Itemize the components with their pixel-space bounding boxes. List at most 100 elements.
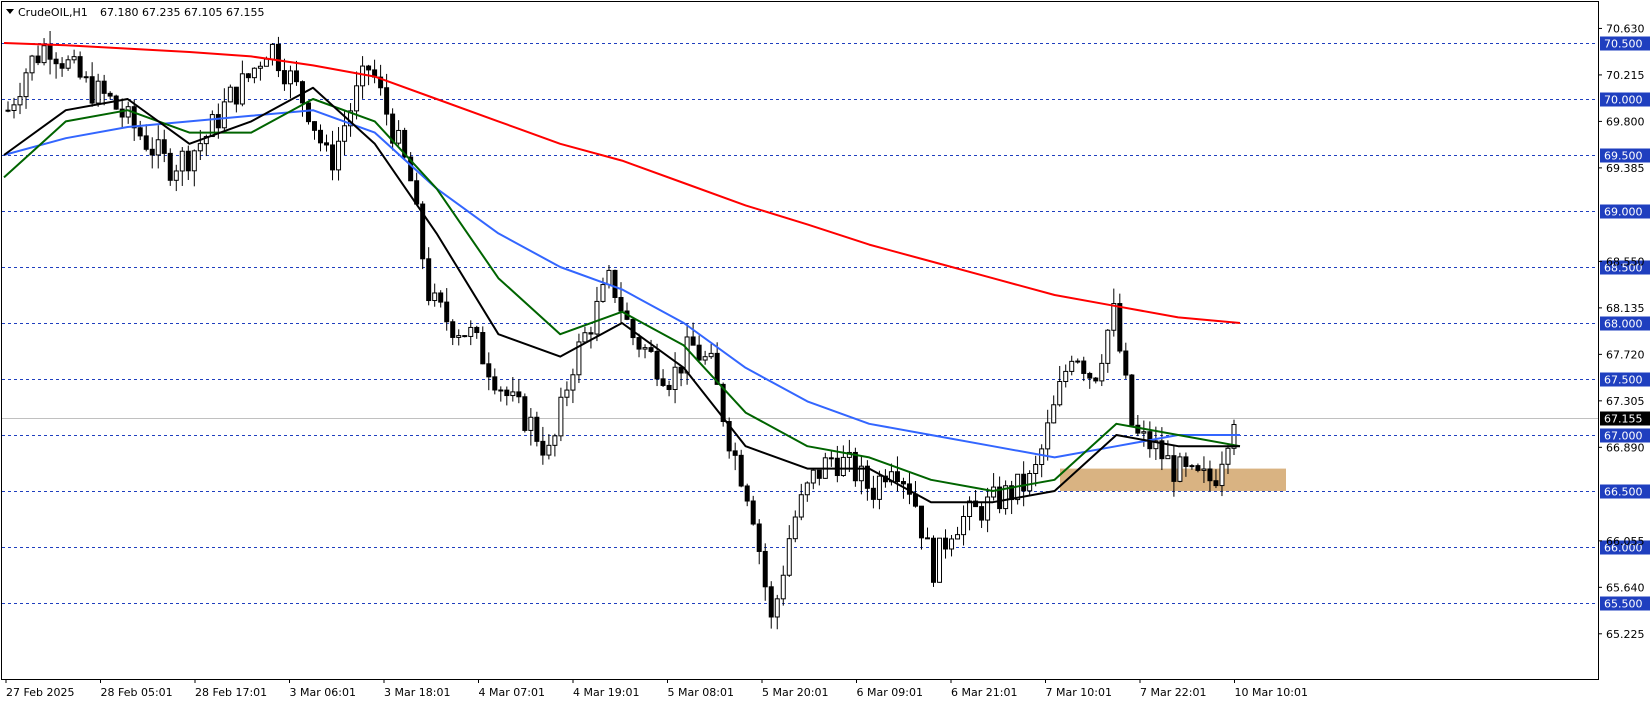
- level-label: 67.500: [1604, 374, 1643, 387]
- candle-body: [71, 56, 77, 61]
- y-tick-label: 65.640: [1606, 581, 1645, 594]
- candle-body: [961, 516, 967, 536]
- candle-body: [967, 500, 973, 518]
- candle-body: [690, 336, 696, 346]
- x-tick-label: 5 Mar 08:01: [668, 686, 734, 699]
- y-tick-label: 66.890: [1606, 441, 1645, 454]
- candle-body: [275, 43, 281, 72]
- candle-body: [528, 416, 534, 431]
- x-tick-label: 28 Feb 05:01: [101, 686, 173, 699]
- candle-body: [342, 125, 348, 142]
- candle-body: [732, 450, 738, 456]
- candle-body: [762, 550, 768, 588]
- candle-body: [816, 469, 822, 479]
- price-chart[interactable]: 70.50070.00069.50069.00068.50068.00067.5…: [0, 0, 1651, 708]
- candle-body: [738, 454, 744, 487]
- candle-body: [89, 76, 95, 104]
- candle-body: [53, 58, 59, 65]
- candle-body: [173, 170, 179, 181]
- candle-body: [426, 258, 432, 302]
- candle-body: [480, 332, 486, 365]
- x-tick-label: 28 Feb 17:01: [195, 686, 267, 699]
- candle-body: [59, 63, 65, 69]
- candle-body: [1123, 350, 1129, 376]
- y-tick-label: 69.800: [1606, 115, 1645, 128]
- candle-body: [1165, 455, 1171, 460]
- candle-body: [305, 102, 311, 123]
- candle-body: [606, 269, 612, 286]
- candle-body: [101, 80, 107, 94]
- candle-body: [870, 487, 876, 500]
- y-tick-label: 70.215: [1606, 69, 1645, 82]
- x-tick-label: 4 Mar 19:01: [573, 686, 639, 699]
- candle-body: [552, 435, 558, 446]
- candle-body: [474, 326, 480, 334]
- symbol-timeframe: CrudeOIL,H1: [18, 6, 88, 19]
- candle-body: [47, 45, 53, 60]
- level-label: 65.500: [1604, 598, 1643, 611]
- candle-body: [1081, 360, 1087, 374]
- candle-body: [660, 378, 666, 386]
- chart-window[interactable]: 70.500 70.000 69.500 69.000 68.500 68.000 67.5…: [0, 0, 1651, 708]
- candle-body: [444, 301, 450, 323]
- candle-body: [594, 300, 600, 335]
- candle-body: [618, 296, 624, 312]
- candle-body: [107, 92, 113, 97]
- candle-body: [696, 344, 702, 361]
- y-tick-label: 68.135: [1606, 302, 1645, 315]
- dropdown-triangle-icon[interactable]: [6, 9, 14, 14]
- candle-body: [11, 104, 17, 112]
- candle-body: [564, 389, 570, 398]
- level-label: 68.000: [1604, 318, 1643, 331]
- candle-body: [756, 523, 762, 552]
- candle-body: [251, 67, 257, 79]
- candle-body: [257, 65, 263, 69]
- candle-body: [630, 318, 636, 339]
- candle-body: [522, 396, 528, 431]
- candle-body: [600, 284, 606, 302]
- candle-body: [504, 389, 510, 397]
- candle-body: [269, 43, 275, 60]
- candle-body: [1033, 464, 1039, 475]
- candle-body: [143, 135, 149, 150]
- candle-body: [949, 538, 955, 550]
- candle-body: [852, 451, 858, 482]
- candle-body: [828, 457, 834, 460]
- candle-body: [492, 376, 498, 391]
- candle-body: [293, 70, 299, 83]
- candle-body: [239, 73, 245, 105]
- candle-body: [1195, 465, 1201, 471]
- candle-body: [287, 70, 293, 85]
- candle-body: [708, 352, 714, 358]
- candle-body: [83, 76, 89, 79]
- candle-body: [1219, 463, 1225, 487]
- candle-body: [588, 332, 594, 335]
- candle-body: [35, 55, 41, 64]
- candle-body: [167, 152, 173, 181]
- candle-body: [924, 537, 930, 540]
- candle-body: [354, 85, 360, 112]
- candle-body: [666, 384, 672, 390]
- candle-body: [1171, 455, 1177, 482]
- candle-body: [768, 586, 774, 618]
- candle-body: [1027, 473, 1033, 492]
- candle-body: [798, 494, 804, 518]
- candle-body: [894, 471, 900, 483]
- candle-body: [1177, 456, 1183, 482]
- candle-body: [648, 347, 654, 352]
- candle-body: [1057, 381, 1063, 406]
- candle-body: [336, 140, 342, 171]
- candle-body: [1099, 362, 1105, 382]
- y-tick-label: 70.630: [1606, 22, 1645, 35]
- candle-body: [786, 538, 792, 576]
- candle-body: [804, 482, 810, 496]
- candle-body: [943, 537, 949, 550]
- candle-body: [366, 65, 372, 71]
- candle-body: [23, 72, 29, 98]
- x-tick-label: 7 Mar 22:01: [1140, 686, 1206, 699]
- candle-body: [161, 139, 167, 154]
- candle-body: [137, 127, 143, 137]
- candle-body: [612, 269, 618, 298]
- candle-body: [1225, 447, 1231, 465]
- candle-body: [263, 58, 269, 67]
